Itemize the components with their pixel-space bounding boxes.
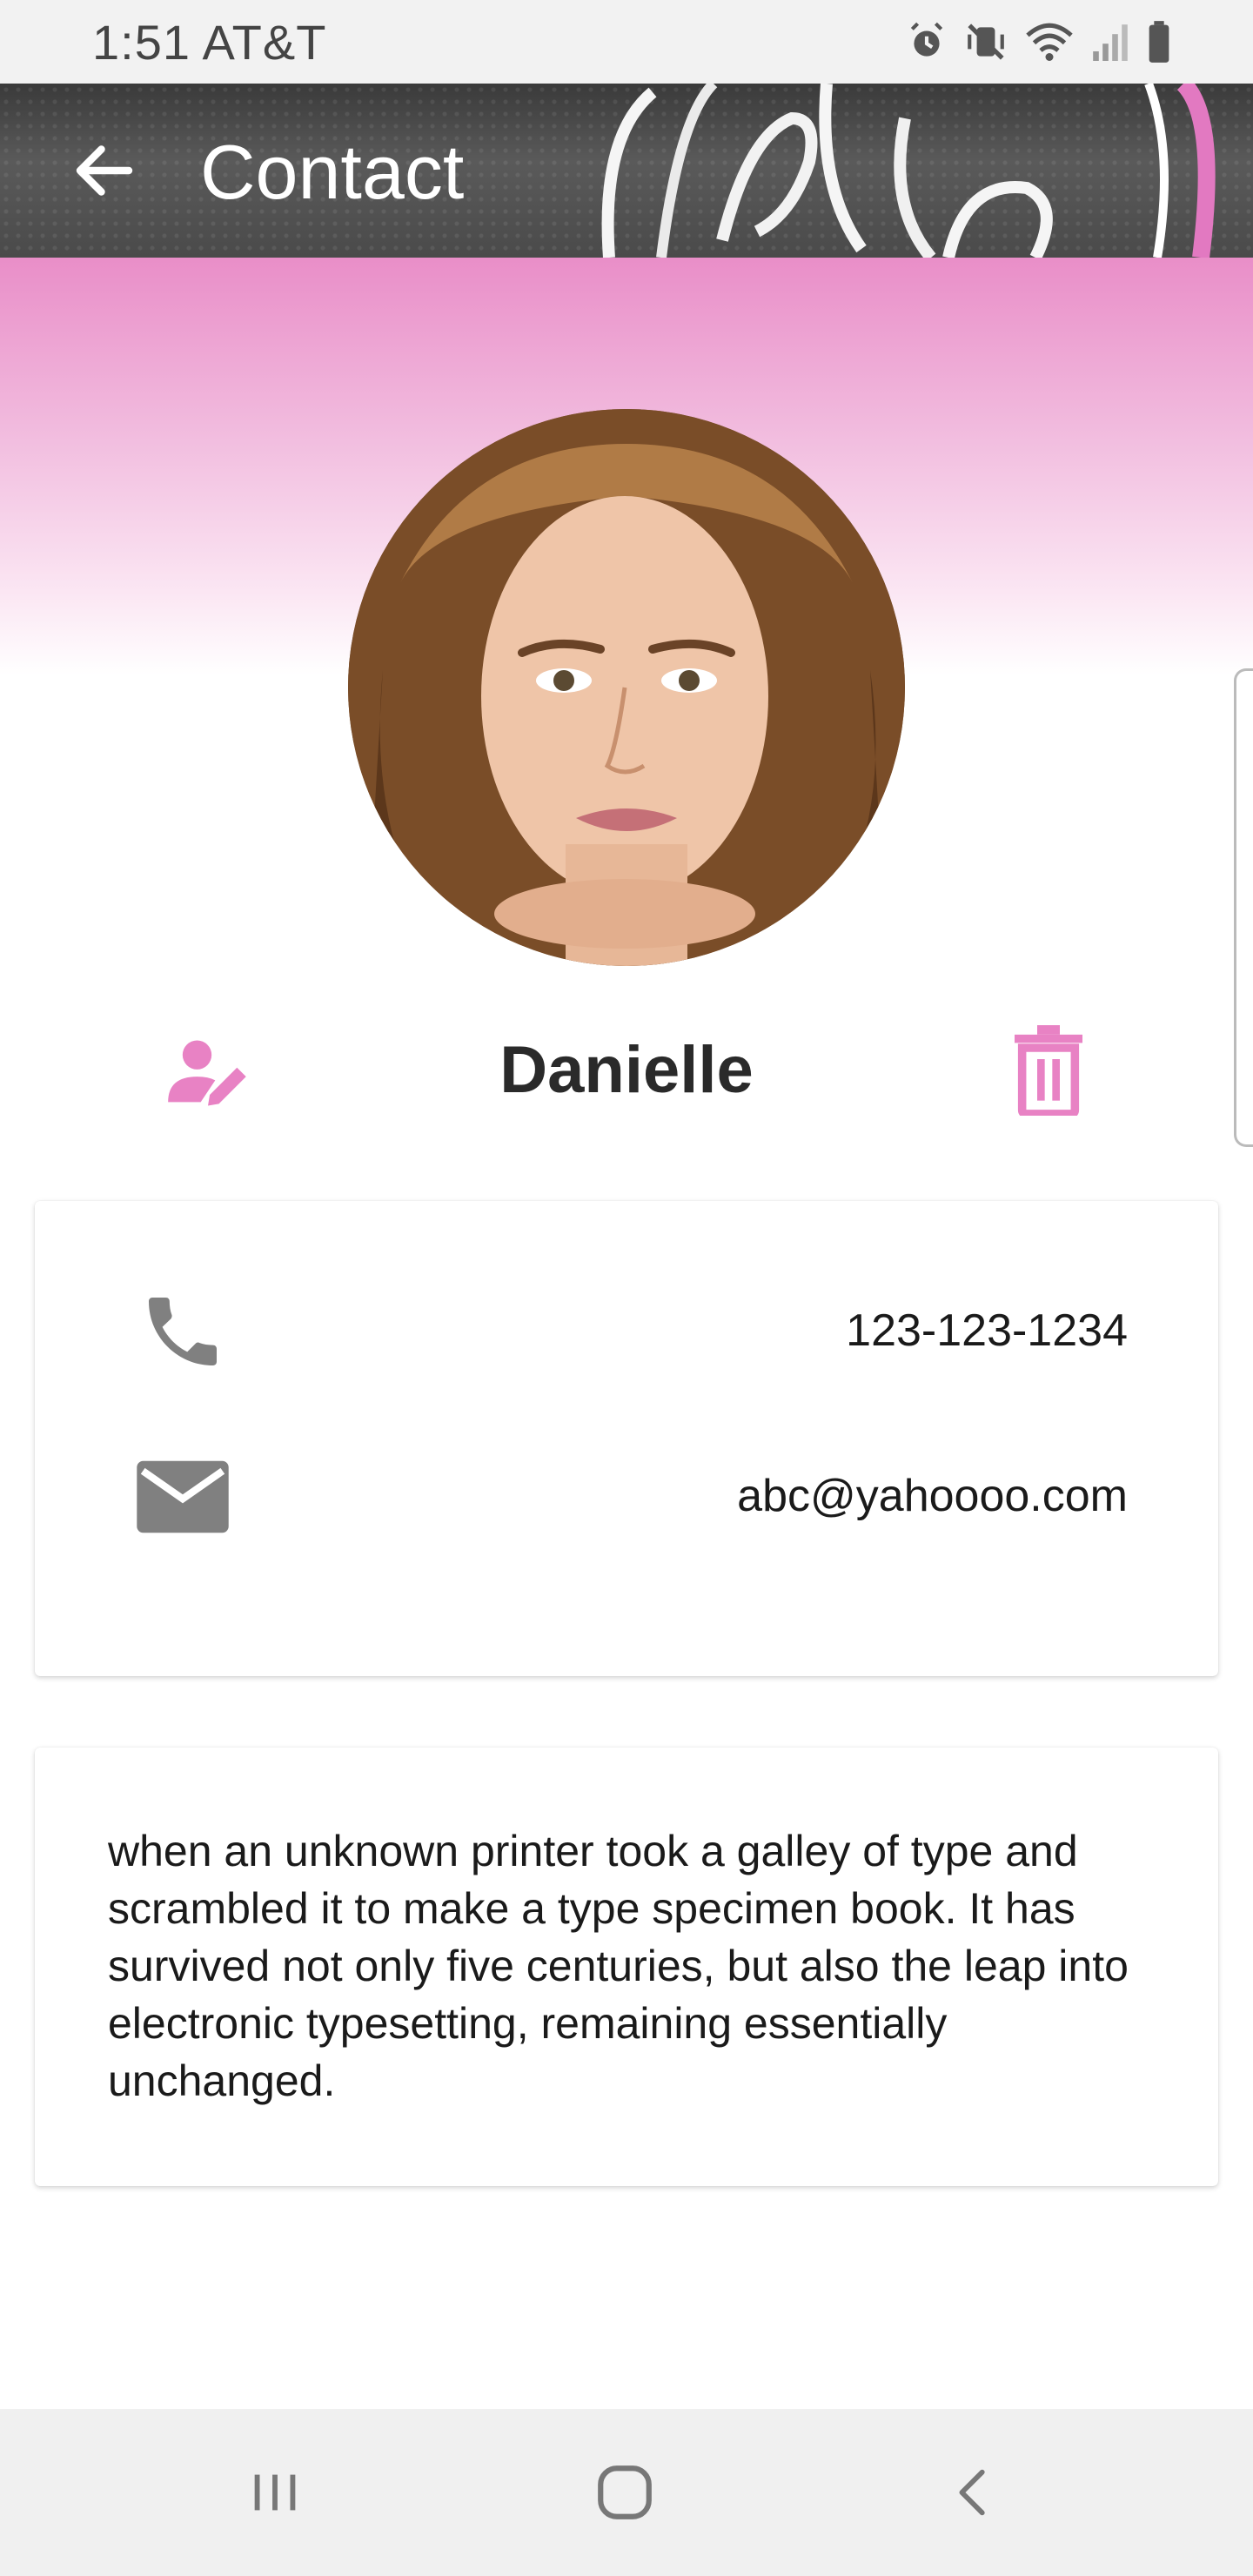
contact-name: Danielle [499, 1033, 754, 1107]
mail-icon [137, 1460, 229, 1533]
phone-number: 123-123-1234 [846, 1305, 1128, 1356]
battery-icon [1149, 21, 1169, 63]
contact-notes-text: when an unknown printer took a galley of… [108, 1827, 1129, 2105]
status-bar: 1:51 AT&T [0, 0, 1253, 84]
vibrate-mute-icon [968, 23, 1004, 60]
wifi-icon [1026, 23, 1073, 61]
phone-icon [149, 1298, 217, 1365]
edit-person-icon [168, 1040, 246, 1106]
app-header: hello Contact [0, 84, 1253, 258]
neon-hello-sign-image: hello [601, 84, 1216, 258]
contact-avatar [348, 409, 905, 966]
status-time-carrier: 1:51 AT&T [92, 14, 327, 70]
edit-contact-button[interactable] [160, 1025, 256, 1121]
alarm-icon [910, 22, 943, 57]
phone-row[interactable]: 123-123-1234 [35, 1279, 1218, 1384]
trash-icon [1015, 1025, 1082, 1116]
mail-icon-wrap [131, 1445, 235, 1549]
back-icon [959, 2469, 985, 2516]
recents-button[interactable] [223, 2444, 327, 2541]
home-button[interactable] [573, 2444, 677, 2541]
page-title: Contact [200, 129, 465, 215]
email-row[interactable]: abc@yahoooo.com [35, 1445, 1218, 1549]
back-button[interactable] [56, 122, 153, 219]
delete-contact-button[interactable] [1001, 1018, 1096, 1123]
recents-icon [254, 2474, 296, 2511]
status-icons [905, 20, 1173, 64]
email-address: abc@yahoooo.com [737, 1471, 1128, 1521]
system-navigation-bar [0, 2409, 1253, 2576]
contact-screen: 1:51 AT&T hello Contact Danielle 123-123… [0, 0, 1253, 2576]
notes-card: when an unknown printer took a galley of… [35, 1748, 1218, 2186]
contact-info-card: 123-123-1234 abc@yahoooo.com [35, 1201, 1218, 1676]
home-icon [598, 2465, 652, 2519]
system-back-button[interactable] [922, 2444, 1027, 2541]
arrow-left-icon [76, 145, 133, 196]
signal-icon [1093, 24, 1128, 61]
side-scroll-handle[interactable] [1234, 668, 1253, 1147]
phone-icon-wrap [131, 1279, 235, 1384]
